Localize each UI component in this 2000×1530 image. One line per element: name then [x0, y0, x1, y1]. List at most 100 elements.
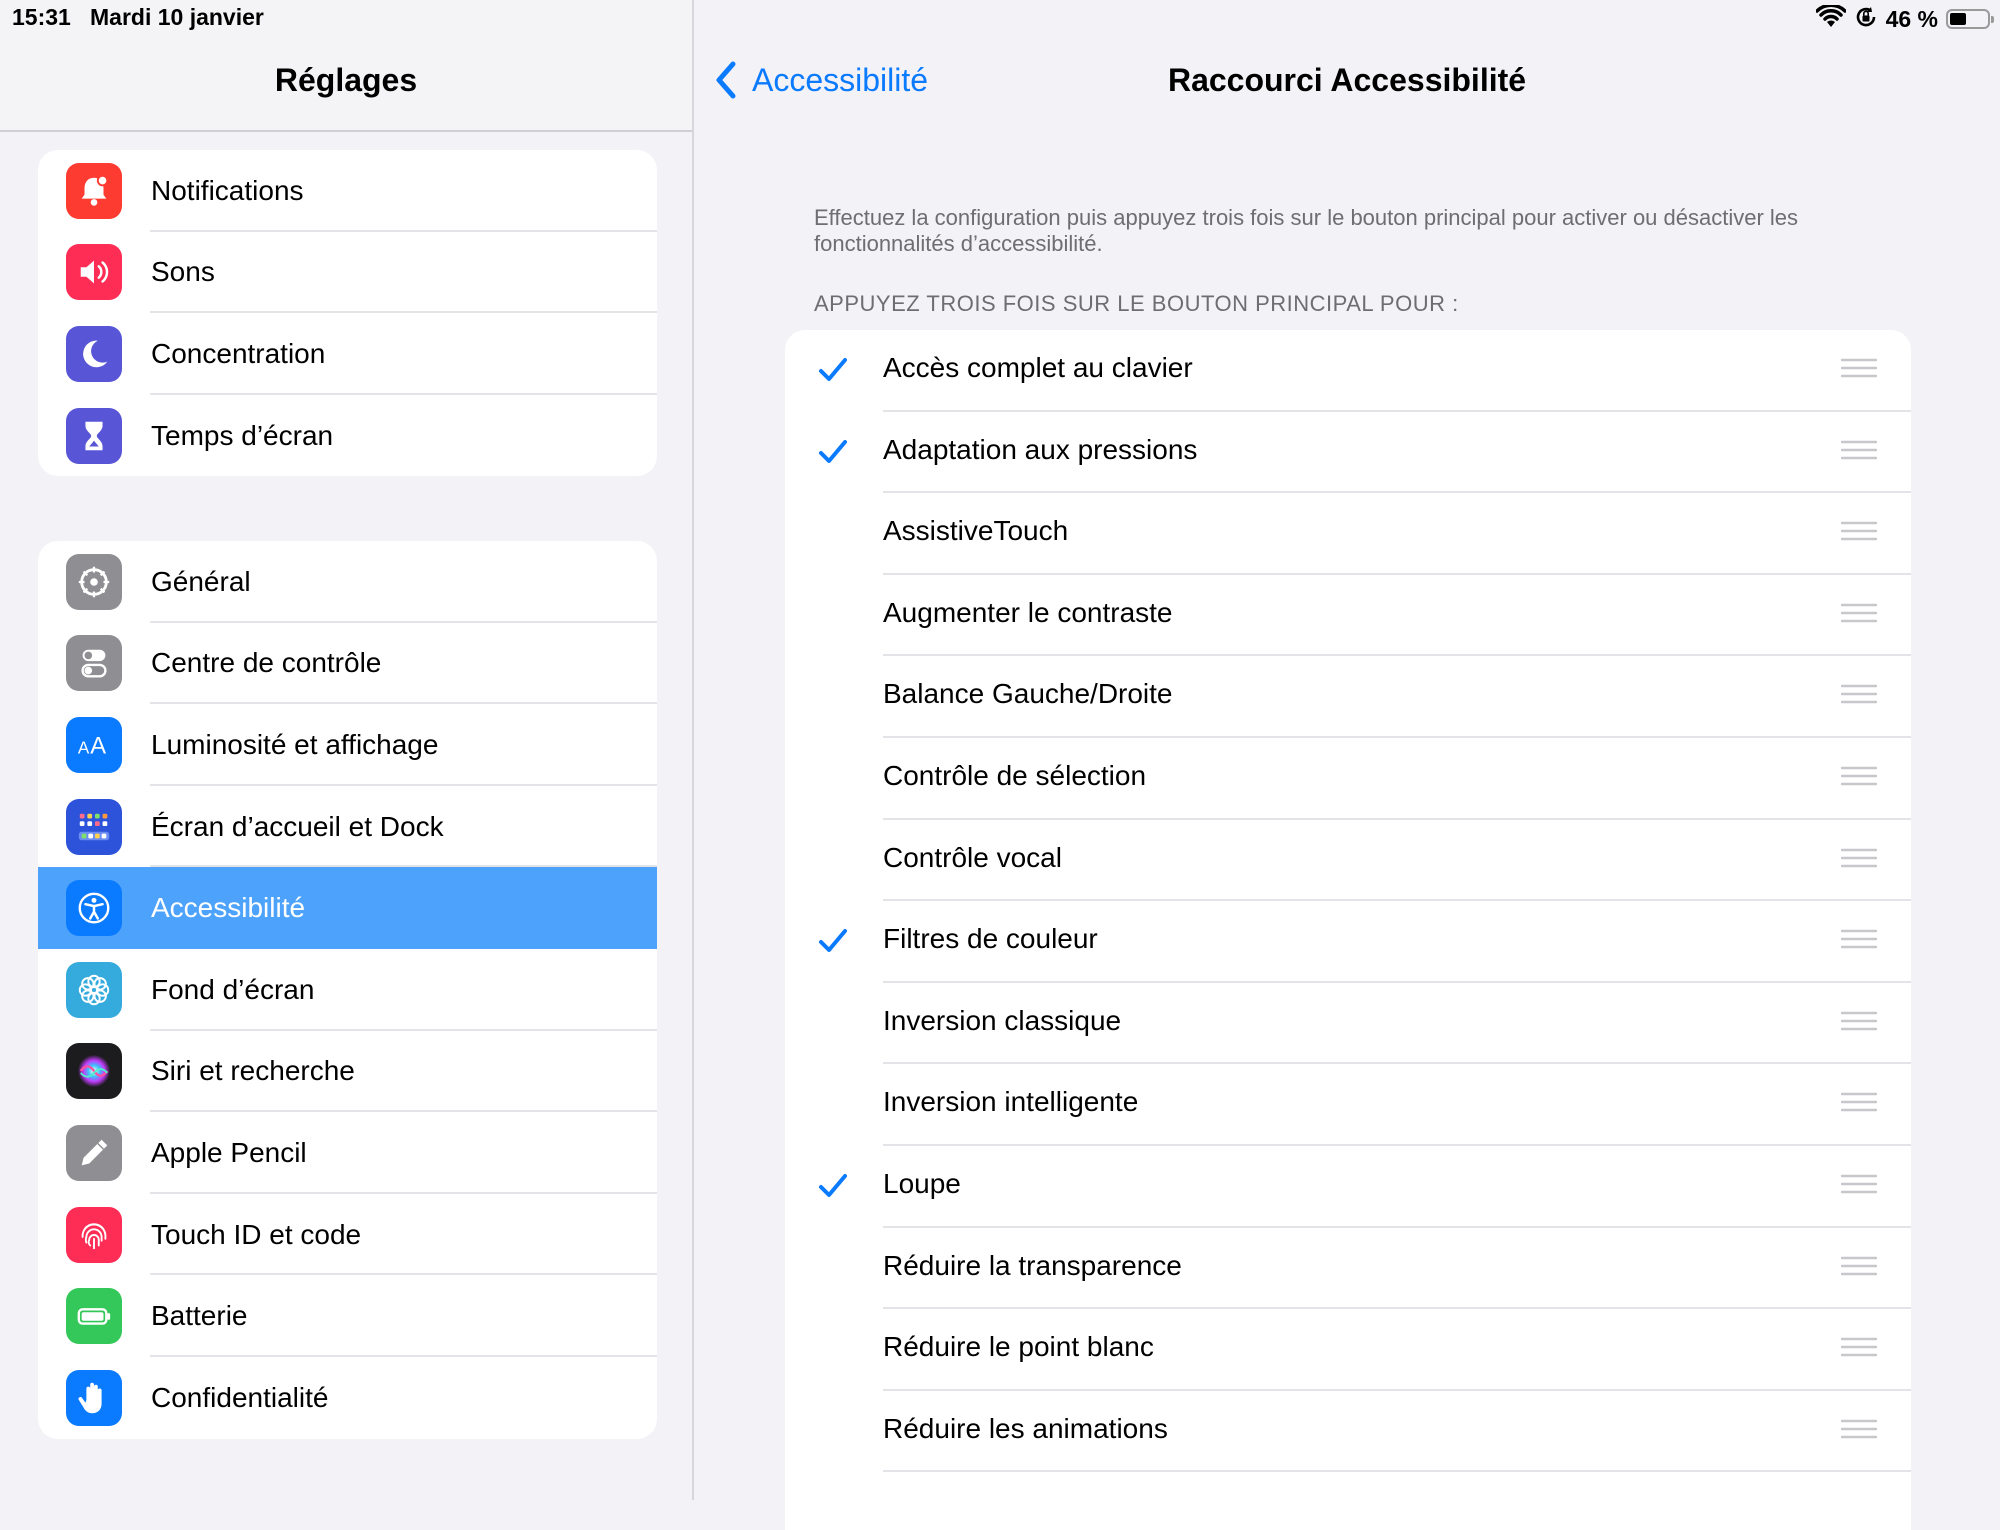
sidebar-item-label: Batterie — [151, 1300, 248, 1332]
reorder-handle-icon[interactable] — [1840, 766, 1878, 786]
shortcut-label: Réduire le point blanc — [883, 1331, 1154, 1363]
battery-icon — [1946, 9, 1994, 29]
checkmark-icon — [817, 354, 849, 386]
hand-icon — [66, 1369, 122, 1426]
sidebar-item-centre-de-controle[interactable]: Centre de contrôle — [38, 623, 657, 705]
moon-icon — [66, 325, 122, 382]
status-bar-right: 46 % — [1814, 3, 1994, 34]
reorder-handle-icon[interactable] — [1840, 1174, 1878, 1194]
speaker-icon — [66, 244, 122, 301]
toggles-icon — [66, 635, 122, 692]
shortcut-row-reduire-les-animations[interactable]: Réduire les animations — [785, 1391, 1911, 1473]
shortcut-label: Réduire les animations — [883, 1412, 1168, 1444]
battery-percentage: 46 % — [1885, 5, 1938, 32]
reorder-handle-icon[interactable] — [1840, 358, 1878, 378]
reorder-handle-icon[interactable] — [1840, 1337, 1878, 1357]
detail-panel: 46 % Accessibilité Raccourci Accessibili… — [694, 0, 2000, 1530]
sidebar-item-label: Touch ID et code — [151, 1218, 362, 1250]
wifi-icon — [1814, 3, 1847, 34]
sidebar-item-label: Concentration — [151, 337, 326, 369]
shortcut-row-inversion-intelligente[interactable]: Inversion intelligente — [785, 1064, 1911, 1146]
shortcut-label: AssistiveTouch — [883, 515, 1069, 547]
sidebar-item-apple-pencil[interactable]: Apple Pencil — [38, 1112, 657, 1194]
shortcut-label: Accès complet au clavier — [883, 352, 1193, 383]
shortcut-row-augmenter-le-contraste[interactable]: Augmenter le contraste — [785, 575, 1911, 657]
shortcut-label: Loupe — [883, 1167, 961, 1199]
sidebar-item-label: Centre de contrôle — [151, 647, 382, 679]
shortcut-row-assistivetouch[interactable]: AssistiveTouch — [785, 493, 1911, 575]
checkmark-icon — [817, 1170, 849, 1202]
reorder-handle-icon[interactable] — [1840, 1419, 1878, 1439]
section-header: APPUYEZ TROIS FOIS SUR LE BOUTON PRINCIP… — [814, 291, 1459, 316]
sidebar-title: Réglages — [274, 62, 418, 98]
sidebar-item-concentration[interactable]: Concentration — [38, 313, 657, 395]
sidebar-item-batterie[interactable]: Batterie — [38, 1275, 657, 1357]
shortcut-row-balance-gauche-droite[interactable]: Balance Gauche/Droite — [785, 656, 1911, 738]
sidebar-item-label: Apple Pencil — [151, 1136, 307, 1168]
text-size-icon: AA — [66, 716, 122, 773]
shortcut-row-inversion-classique[interactable]: Inversion classique — [785, 983, 1911, 1065]
shortcut-row-reduire-la-transparence[interactable]: Réduire la transparence — [785, 1228, 1911, 1310]
sidebar-item-luminosite-et-affichage[interactable]: A A Luminosité et affichage — [38, 704, 657, 786]
shortcut-label: Contrôle de sélection — [883, 759, 1147, 791]
sidebar-item-general[interactable]: Général — [38, 541, 657, 623]
shortcut-row-filtres-de-couleur[interactable]: Filtres de couleur — [785, 901, 1911, 983]
sidebar-item-temps-d-ecran[interactable]: Temps d’écran — [38, 395, 657, 477]
shortcut-label: Adaptation aux pressions — [883, 433, 1198, 465]
status-time: 15:31 — [12, 4, 71, 30]
settings-group-1: Notifications Sons Concentration Temps d’éc… — [38, 150, 657, 477]
reorder-handle-icon[interactable] — [1840, 440, 1878, 460]
shortcut-row-controle-vocal[interactable]: Contrôle vocal — [785, 820, 1911, 902]
page-title: Raccourci Accessibilité — [1167, 62, 1527, 98]
sidebar-item-ecran-d-accueil-et-dock[interactable]: Écran d’accueil et Dock — [38, 786, 657, 868]
orientation-lock-icon — [1854, 5, 1878, 34]
sidebar-item-label: Siri et recherche — [151, 1055, 355, 1087]
reorder-handle-icon[interactable] — [1840, 684, 1878, 704]
reorder-handle-icon[interactable] — [1840, 603, 1878, 623]
reorder-handle-icon[interactable] — [1840, 1256, 1878, 1276]
shortcut-row-reduire-le-point-blanc[interactable]: Réduire le point blanc — [785, 1309, 1911, 1391]
sidebar-item-accessibilite[interactable]: Accessibilité — [38, 867, 657, 949]
shortcut-row-controle-de-selection[interactable]: Contrôle de sélection — [785, 738, 1911, 820]
flower-icon — [66, 961, 122, 1018]
shortcut-row-loupe[interactable]: Loupe — [785, 1146, 1911, 1228]
shortcut-label: Balance Gauche/Droite — [883, 678, 1173, 710]
shortcut-label: Inversion intelligente — [883, 1086, 1139, 1118]
sidebar-header: 15:31 Mardi 10 janvier Réglages — [0, 0, 692, 132]
svg-text:A: A — [78, 739, 90, 758]
reorder-handle-icon[interactable] — [1840, 848, 1878, 868]
sidebar-item-label: Luminosité et affichage — [151, 728, 439, 760]
shortcut-label: Réduire la transparence — [883, 1249, 1182, 1281]
sidebar-item-label: Confidentialité — [151, 1381, 329, 1413]
sidebar-item-notifications[interactable]: Notifications — [38, 150, 657, 232]
shortcut-label: Inversion classique — [883, 1004, 1122, 1036]
settings-sidebar: 15:31 Mardi 10 janvier Réglages Notifica… — [0, 0, 694, 1500]
siri-icon — [66, 1043, 122, 1100]
accessibility-icon — [66, 880, 122, 937]
sidebar-item-label: Sons — [151, 256, 215, 288]
reorder-handle-icon[interactable] — [1840, 1011, 1878, 1031]
shortcut-label: Contrôle vocal — [883, 841, 1062, 873]
reorder-handle-icon[interactable] — [1840, 929, 1878, 949]
description-text: Effectuez la configuration puis appuyez … — [814, 205, 1799, 256]
sidebar-item-confidentialite[interactable]: Confidentialité — [38, 1357, 657, 1439]
reorder-handle-icon[interactable] — [1840, 521, 1878, 541]
checkmark-icon — [817, 925, 849, 957]
sidebar-item-label: Général — [151, 565, 251, 597]
shortcut-list: Accès complet au clavier Adaptation aux p… — [785, 330, 1911, 1530]
sidebar-item-label: Temps d’écran — [151, 419, 334, 451]
sidebar-item-sons[interactable]: Sons — [38, 232, 657, 314]
reorder-handle-icon[interactable] — [1840, 1092, 1878, 1112]
shortcut-row-adaptation-aux-pressions[interactable]: Adaptation aux pressions — [785, 412, 1911, 494]
settings-group-2: Général Centre de contrôle A A Luminosité et… — [38, 541, 657, 1439]
pencil-icon — [66, 1124, 122, 1181]
sidebar-item-siri-et-recherche[interactable]: Siri et recherche — [38, 1031, 657, 1113]
battery-icon — [66, 1288, 122, 1345]
sidebar-item-label: Écran d’accueil et Dock — [151, 810, 444, 842]
shortcut-row-acces-complet-au-clavier[interactable]: Accès complet au clavier — [785, 330, 1911, 412]
sidebar-item-fond-d-ecran[interactable]: Fond d’écran — [38, 949, 657, 1031]
checkmark-icon — [817, 436, 849, 468]
sidebar-item-touch-id-et-code[interactable]: Touch ID et code — [38, 1194, 657, 1276]
status-date: Mardi 10 janvier — [90, 4, 264, 30]
home-grid-icon — [66, 798, 122, 855]
